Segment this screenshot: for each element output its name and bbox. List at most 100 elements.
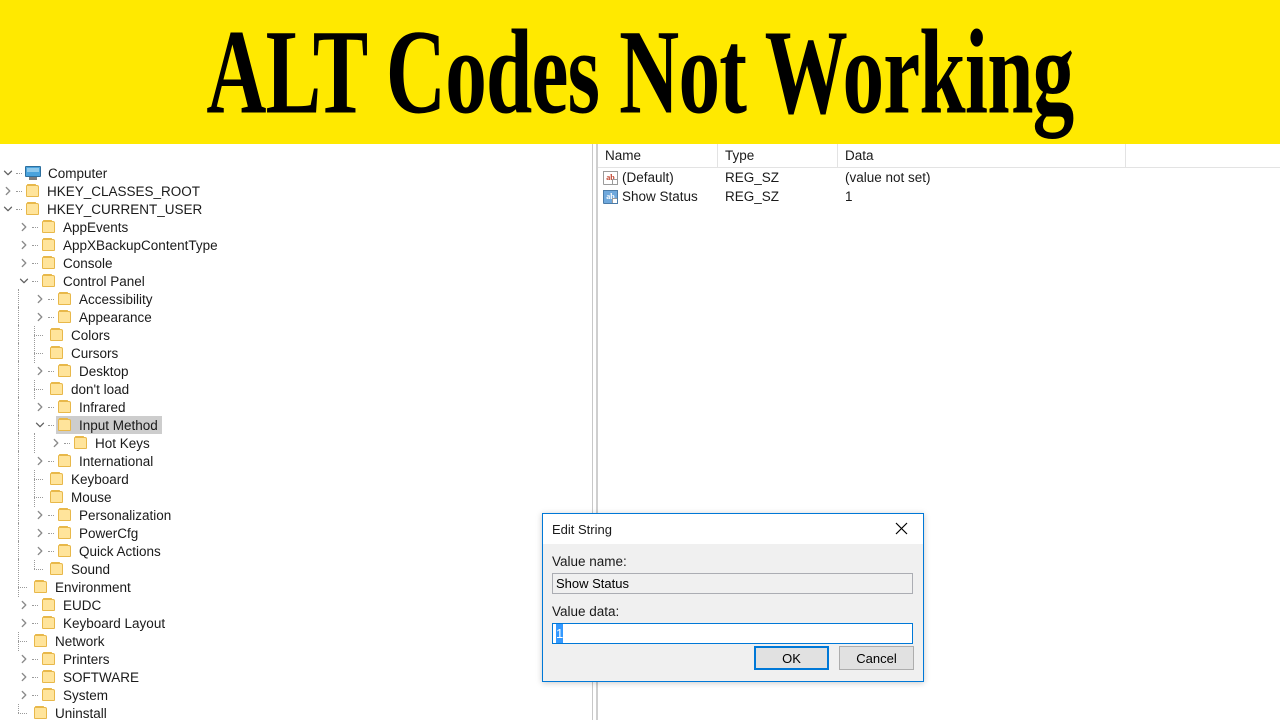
column-header-type[interactable]: Type [718, 144, 838, 168]
tree-node-keyboard-layout[interactable]: Keyboard Layout [0, 614, 592, 632]
tree-guide [0, 506, 16, 524]
tree-node-hkey-current-user[interactable]: HKEY_CURRENT_USER [0, 200, 592, 218]
tree-node-powercfg[interactable]: PowerCfg [0, 523, 592, 543]
tree-node-desktop[interactable]: Desktop [0, 361, 592, 381]
chevron-right-icon[interactable] [16, 254, 32, 272]
folder-icon [41, 274, 57, 288]
tree-node-appearance[interactable]: Appearance [0, 307, 592, 327]
tree-node-printers[interactable]: Printers [0, 650, 592, 668]
column-header-name[interactable]: Name [598, 144, 718, 168]
tree-node-eudc[interactable]: EUDC [0, 596, 592, 614]
chevron-down-icon[interactable] [32, 416, 48, 434]
chevron-down-icon[interactable] [0, 164, 16, 182]
tree-node-computer[interactable]: Computer [0, 164, 592, 182]
column-header-data[interactable]: Data [838, 144, 1126, 168]
tree-node-hkey-classes-root[interactable]: HKEY_CLASSES_ROOT [0, 182, 592, 200]
tree-guide [16, 343, 32, 363]
tree-connector [32, 254, 40, 272]
tree-guide [0, 686, 16, 704]
tree-node-don-t-load[interactable]: don't load [0, 379, 592, 399]
chevron-right-icon[interactable] [32, 398, 48, 416]
tree-node-label: System [63, 687, 109, 703]
table-row[interactable]: ab (Default) REG_SZ (value not set) [598, 168, 1280, 187]
tree-node-quick-actions[interactable]: Quick Actions [0, 541, 592, 561]
chevron-right-icon[interactable] [16, 650, 32, 668]
value-name-text: Show Status [622, 189, 698, 204]
tree-node-label: AppXBackupContentType [63, 237, 218, 253]
value-type-cell: REG_SZ [725, 170, 780, 185]
cancel-button[interactable]: Cancel [839, 646, 914, 670]
screenshot-root: ALT Codes Not Working Computer HKEY_CLASS… [0, 0, 1280, 720]
tree-guide [16, 505, 32, 525]
registry-key-tree[interactable]: Computer HKEY_CLASSES_ROOT HKEY_CURRENT_US… [0, 144, 593, 720]
tree-node-system[interactable]: System [0, 686, 592, 704]
folder-icon [25, 184, 41, 198]
chevron-down-icon[interactable] [16, 272, 32, 290]
chevron-right-icon[interactable] [16, 236, 32, 254]
tree-node-control-panel[interactable]: Control Panel [0, 272, 592, 290]
tree-guide [0, 290, 16, 308]
table-row[interactable]: ab Show Status REG_SZ 1 [598, 187, 1280, 206]
tree-guide [16, 397, 32, 417]
tree-node-international[interactable]: International [0, 451, 592, 471]
chevron-right-icon[interactable] [0, 182, 16, 200]
chevron-right-icon[interactable] [32, 308, 48, 326]
tree-connector [48, 290, 56, 308]
tree-connector [32, 596, 40, 614]
tree-node-network[interactable]: Network [0, 632, 592, 651]
tree-node-keyboard[interactable]: Keyboard [0, 469, 592, 489]
tree-guide [0, 650, 16, 668]
chevron-right-icon[interactable] [16, 668, 32, 686]
chevron-right-icon[interactable] [16, 218, 32, 236]
tree-node-hot-keys[interactable]: Hot Keys [0, 433, 592, 453]
ok-button[interactable]: OK [754, 646, 829, 670]
tree-node-cursors[interactable]: Cursors [0, 343, 592, 363]
tree-node-uninstall[interactable]: Uninstall [0, 704, 592, 720]
tree-node-console[interactable]: Console [0, 254, 592, 272]
tree-node-mouse[interactable]: Mouse [0, 487, 592, 507]
close-icon[interactable] [879, 514, 923, 543]
chevron-right-icon[interactable] [16, 686, 32, 704]
folder-icon [25, 202, 41, 216]
tree-node-colors[interactable]: Colors [0, 325, 592, 345]
tree-node-appevents[interactable]: AppEvents [0, 218, 592, 236]
tree-guide [16, 325, 32, 345]
chevron-right-icon[interactable] [32, 452, 48, 470]
folder-icon [57, 454, 73, 468]
value-data-text: 1 [556, 624, 564, 643]
tree-node-label: Hot Keys [95, 435, 150, 451]
chevron-right-icon[interactable] [32, 362, 48, 380]
chevron-right-icon[interactable] [32, 524, 48, 542]
tree-node-environment[interactable]: Environment [0, 578, 592, 597]
tree-node-sound[interactable]: Sound [0, 559, 592, 579]
chevron-down-icon[interactable] [0, 200, 16, 218]
chevron-right-icon[interactable] [32, 506, 48, 524]
dialog-title-bar[interactable]: Edit String [543, 514, 923, 544]
tree-node-label: Keyboard [71, 471, 129, 487]
chevron-right-icon[interactable] [48, 434, 64, 452]
tree-node-input-method[interactable]: Input Method [0, 415, 592, 435]
chevron-right-icon[interactable] [16, 596, 32, 614]
tree-node-appxbackupcontenttype[interactable]: AppXBackupContentType [0, 236, 592, 254]
chevron-right-icon[interactable] [32, 542, 48, 560]
folder-icon [41, 238, 57, 252]
chevron-right-icon[interactable] [32, 290, 48, 308]
chevron-right-icon[interactable] [16, 614, 32, 632]
tree-guide [16, 433, 32, 453]
tree-connector [32, 236, 40, 254]
value-data-input[interactable]: 1 [552, 623, 913, 644]
tree-guide [0, 524, 16, 542]
tree-node-infrared[interactable]: Infrared [0, 397, 592, 417]
tree-node-label: Printers [63, 651, 110, 667]
folder-icon [41, 670, 57, 684]
tree-connector [48, 524, 56, 542]
tree-node-label: Infrared [79, 399, 126, 415]
tree-node-software[interactable]: SOFTWARE [0, 668, 592, 686]
tree-guide [16, 523, 32, 543]
tree-connector [32, 272, 40, 290]
folder-icon [33, 634, 49, 648]
tree-connector [32, 380, 48, 399]
tree-node-accessibility[interactable]: Accessibility [0, 289, 592, 309]
value-name-cell: ab Show Status [598, 189, 718, 204]
tree-node-personalization[interactable]: Personalization [0, 505, 592, 525]
